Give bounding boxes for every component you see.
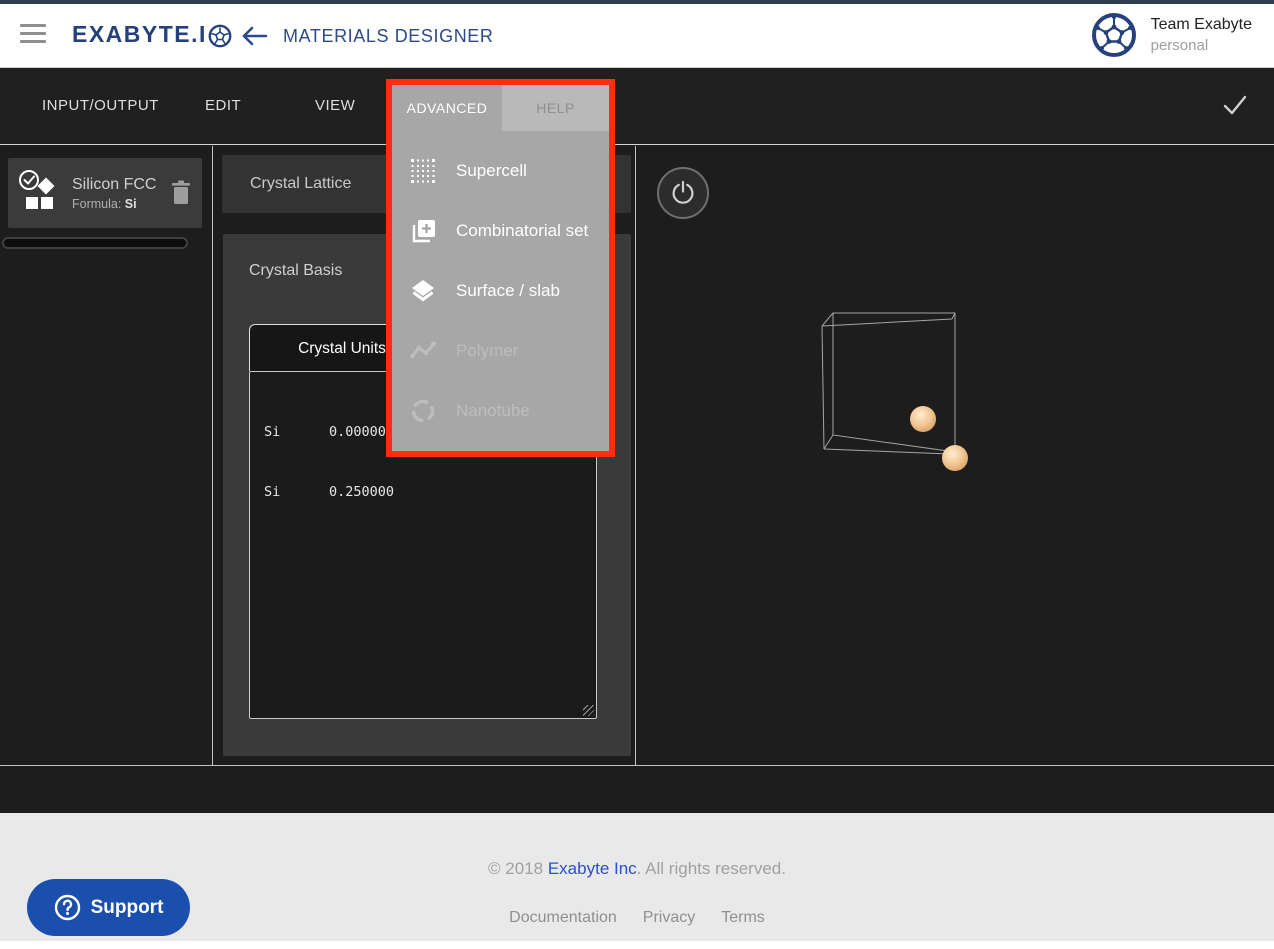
logo-ball-icon <box>208 24 232 48</box>
unit-cell-wireframe <box>822 313 955 454</box>
bottom-white-strip <box>0 941 1274 949</box>
menu-item-combinatorial-set[interactable]: Combinatorial set <box>392 201 609 261</box>
support-label: Support <box>91 897 164 919</box>
menu-item-nanotube[interactable]: Nanotube <box>392 381 609 441</box>
crystal-basis-title: Crystal Basis <box>249 262 342 280</box>
footer-links: Documentation Privacy Terms <box>0 909 1274 927</box>
sidebar-scrollbar[interactable] <box>2 237 188 249</box>
logo-text: EXABYTE.I <box>72 21 207 48</box>
material-name: Silicon FCC <box>72 176 170 194</box>
user-account-chip[interactable]: Team Exabyte personal <box>1091 12 1252 58</box>
materials-sidebar: Silicon FCC Formula: Si <box>0 146 213 765</box>
supercell-grid-icon <box>410 158 436 184</box>
help-question-icon <box>54 894 81 921</box>
material-item-silicon-fcc[interactable]: Silicon FCC Formula: Si <box>8 158 202 228</box>
user-role: personal <box>1151 37 1252 54</box>
page-footer: © 2018 Exabyte Inc. All rights reserved.… <box>0 813 1274 941</box>
advanced-menu-list: Supercell Combinatorial set <box>392 141 609 441</box>
atom-sphere <box>942 445 968 471</box>
power-button[interactable] <box>657 167 709 219</box>
menu-input-output[interactable]: INPUT/OUTPUT <box>42 68 159 144</box>
menu-view[interactable]: VIEW <box>315 68 355 144</box>
advanced-menu-dropdown-highlighted: ADVANCED HELP Supercell <box>386 79 615 457</box>
menu-item-label: Combinatorial set <box>456 221 588 241</box>
menu-item-label: Supercell <box>456 161 527 181</box>
link-documentation[interactable]: Documentation <box>509 909 617 927</box>
hamburger-menu-icon[interactable] <box>20 24 46 44</box>
zigzag-chain-icon <box>410 338 436 364</box>
designer-menubar: INPUT/OUTPUT EDIT VIEW <box>0 68 1274 145</box>
menu-item-polymer[interactable]: Polymer <box>392 321 609 381</box>
link-terms[interactable]: Terms <box>721 909 765 927</box>
library-add-icon <box>410 218 436 244</box>
menu-help[interactable]: HELP <box>502 85 609 131</box>
dropdown-tab-row: ADVANCED HELP <box>392 85 609 131</box>
power-icon <box>671 181 695 205</box>
page-title: MATERIALS DESIGNER <box>283 26 494 47</box>
menu-edit[interactable]: EDIT <box>205 68 241 144</box>
menu-item-label: Polymer <box>456 341 518 361</box>
layers-icon <box>410 278 436 304</box>
menu-item-label: Nanotube <box>456 401 530 421</box>
material-set-check-icon <box>16 167 62 219</box>
resize-handle-icon[interactable] <box>583 705 594 716</box>
menu-advanced[interactable]: ADVANCED <box>392 85 502 131</box>
basis-line: Si 0.250000 <box>264 482 582 502</box>
atom-sphere <box>910 406 936 432</box>
crystal-3d-viewport[interactable] <box>797 294 997 484</box>
material-formula: Formula: Si <box>72 197 170 211</box>
delete-material-icon[interactable] <box>170 180 192 206</box>
materials-designer-app: EXABYTE.I MATERIALS DESIGNER <box>0 0 1274 949</box>
back-arrow-icon[interactable] <box>240 24 268 48</box>
menu-item-surface-slab[interactable]: Surface / slab <box>392 261 609 321</box>
team-avatar-icon <box>1091 12 1137 58</box>
save-check-icon[interactable] <box>1222 94 1248 116</box>
support-button[interactable]: Support <box>27 879 190 936</box>
link-privacy[interactable]: Privacy <box>643 909 695 927</box>
bottom-dark-strip <box>0 767 1274 813</box>
user-name: Team Exabyte <box>1151 16 1252 34</box>
copyright-line: © 2018 Exabyte Inc. All rights reserved. <box>0 859 1274 879</box>
menu-item-supercell[interactable]: Supercell <box>392 141 609 201</box>
workspace: Silicon FCC Formula: Si Crystal Lattice … <box>0 146 1274 766</box>
app-header: EXABYTE.I MATERIALS DESIGNER <box>0 0 1274 68</box>
exabyte-logo[interactable]: EXABYTE.I <box>72 21 232 48</box>
broken-circle-icon <box>410 398 436 424</box>
viewer-panel <box>637 146 1274 765</box>
company-link[interactable]: Exabyte Inc <box>548 859 637 878</box>
menu-item-label: Surface / slab <box>456 281 560 301</box>
